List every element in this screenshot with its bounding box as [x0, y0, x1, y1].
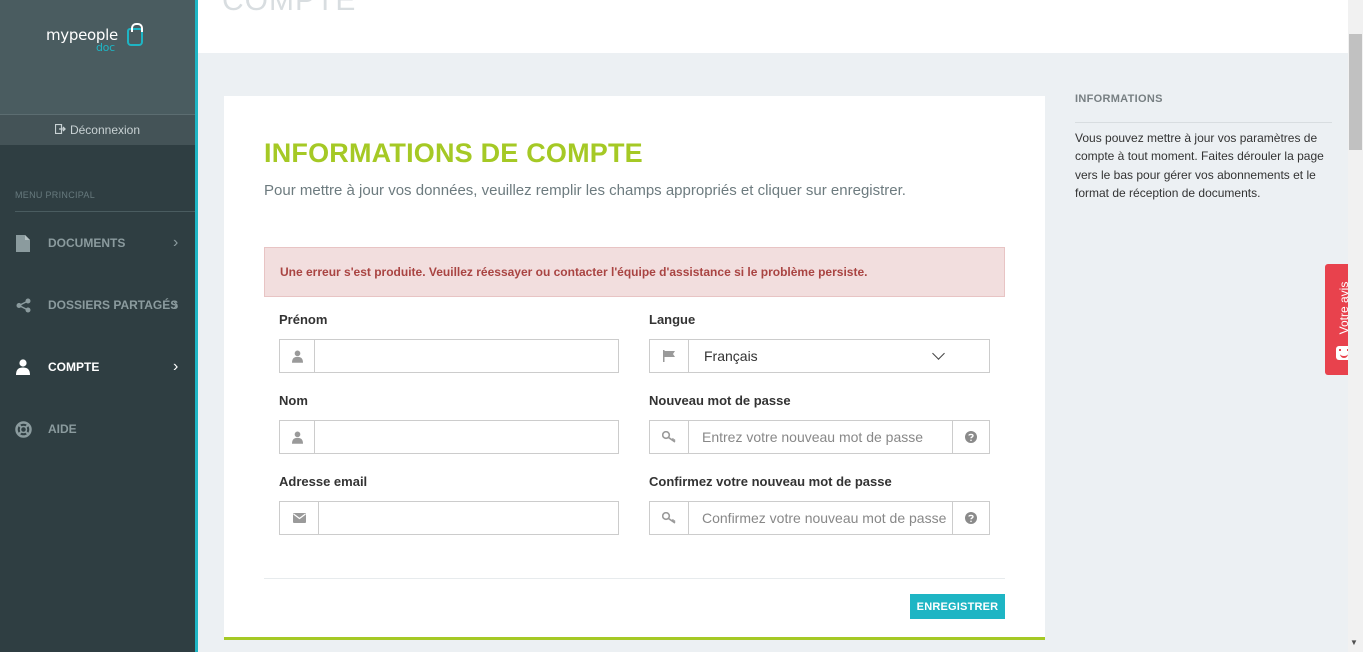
form-subtitle: Pour mettre à jour vos données, veuillez…	[264, 182, 906, 199]
account-form-card: INFORMATIONS DE COMPTE Pour mettre à jou…	[224, 96, 1045, 640]
last-name-input[interactable]	[315, 421, 618, 453]
chevron-right-icon: ›	[173, 358, 179, 375]
confirm-password-label: Confirmez votre nouveau mot de passe	[649, 474, 892, 489]
email-group	[279, 501, 619, 535]
language-select[interactable]: Français	[649, 339, 990, 373]
info-text: Vous pouvez mettre à jour vos paramètres…	[1075, 131, 1324, 200]
sidebar-item-label: DOCUMENTS	[48, 236, 126, 250]
first-name-group	[279, 339, 619, 373]
question-icon[interactable]	[952, 421, 989, 453]
chevron-right-icon: ›	[173, 296, 179, 313]
chevron-right-icon: ›	[173, 234, 179, 251]
page-scrollbar[interactable]: ▼	[1348, 0, 1363, 652]
share-icon	[14, 296, 32, 314]
form-title: INFORMATIONS DE COMPTE	[264, 138, 643, 168]
scroll-down-icon[interactable]: ▼	[1350, 638, 1358, 647]
sidebar-header: mypeople doc	[0, 0, 195, 114]
question-icon[interactable]	[952, 502, 989, 534]
key-icon	[650, 502, 689, 534]
info-divider	[1075, 122, 1332, 123]
lifebuoy-icon	[14, 420, 32, 438]
sidebar-item-help[interactable]: AIDE	[0, 409, 195, 449]
sidebar-item-label: DOSSIERS PARTAGÉS	[48, 298, 179, 312]
sidebar-item-label: COMPTE	[48, 360, 100, 374]
sidebar-item-account[interactable]: COMPTE ›	[0, 347, 195, 387]
first-name-label: Prénom	[279, 312, 328, 327]
sidebar-accent-border	[195, 0, 198, 652]
logout-icon	[54, 123, 66, 137]
user-icon	[280, 340, 315, 372]
logo-sub: doc	[96, 41, 115, 54]
last-name-label: Nom	[279, 393, 308, 408]
scrollbar-thumb[interactable]	[1349, 34, 1362, 150]
last-name-group	[279, 420, 619, 454]
sidebar-item-documents[interactable]: DOCUMENTS ›	[0, 223, 195, 263]
confirm-password-input[interactable]	[689, 502, 952, 534]
info-title: INFORMATIONS	[1075, 93, 1163, 105]
language-value: Français	[704, 348, 758, 364]
email-input[interactable]	[319, 502, 618, 534]
page-header: COMPTE	[198, 0, 1348, 53]
confirm-password-group	[649, 501, 990, 535]
language-label: Langue	[649, 312, 696, 327]
new-password-label: Nouveau mot de passe	[649, 393, 791, 408]
first-name-input[interactable]	[315, 340, 618, 372]
form-divider	[264, 578, 1005, 579]
error-alert: Une erreur s'est produite. Veuillez rées…	[264, 247, 1005, 297]
key-icon	[650, 421, 689, 453]
email-label: Adresse email	[279, 474, 368, 489]
menu-title: MENU PRINCIPAL	[15, 190, 96, 200]
user-icon	[280, 421, 315, 453]
page-title: COMPTE	[222, 0, 357, 17]
document-icon	[14, 234, 32, 252]
new-password-group	[649, 420, 990, 454]
logout-label: Déconnexion	[69, 123, 141, 137]
envelope-icon	[280, 502, 319, 534]
sidebar: mypeople doc Déconnexion MENU PRINCIPAL …	[0, 0, 195, 652]
menu-divider	[15, 211, 195, 212]
save-button[interactable]: ENREGISTRER	[910, 594, 1005, 619]
lock-icon	[127, 23, 143, 46]
error-message: Une erreur s'est produite. Veuillez rées…	[280, 265, 868, 279]
user-icon	[14, 358, 32, 376]
logout-button[interactable]: Déconnexion	[0, 114, 195, 145]
app-logo[interactable]: mypeople doc	[46, 26, 118, 54]
sidebar-item-shared-folders[interactable]: DOSSIERS PARTAGÉS ›	[0, 285, 195, 325]
new-password-input[interactable]	[689, 421, 952, 453]
sidebar-item-label: AIDE	[48, 422, 77, 436]
flag-icon	[650, 340, 689, 372]
